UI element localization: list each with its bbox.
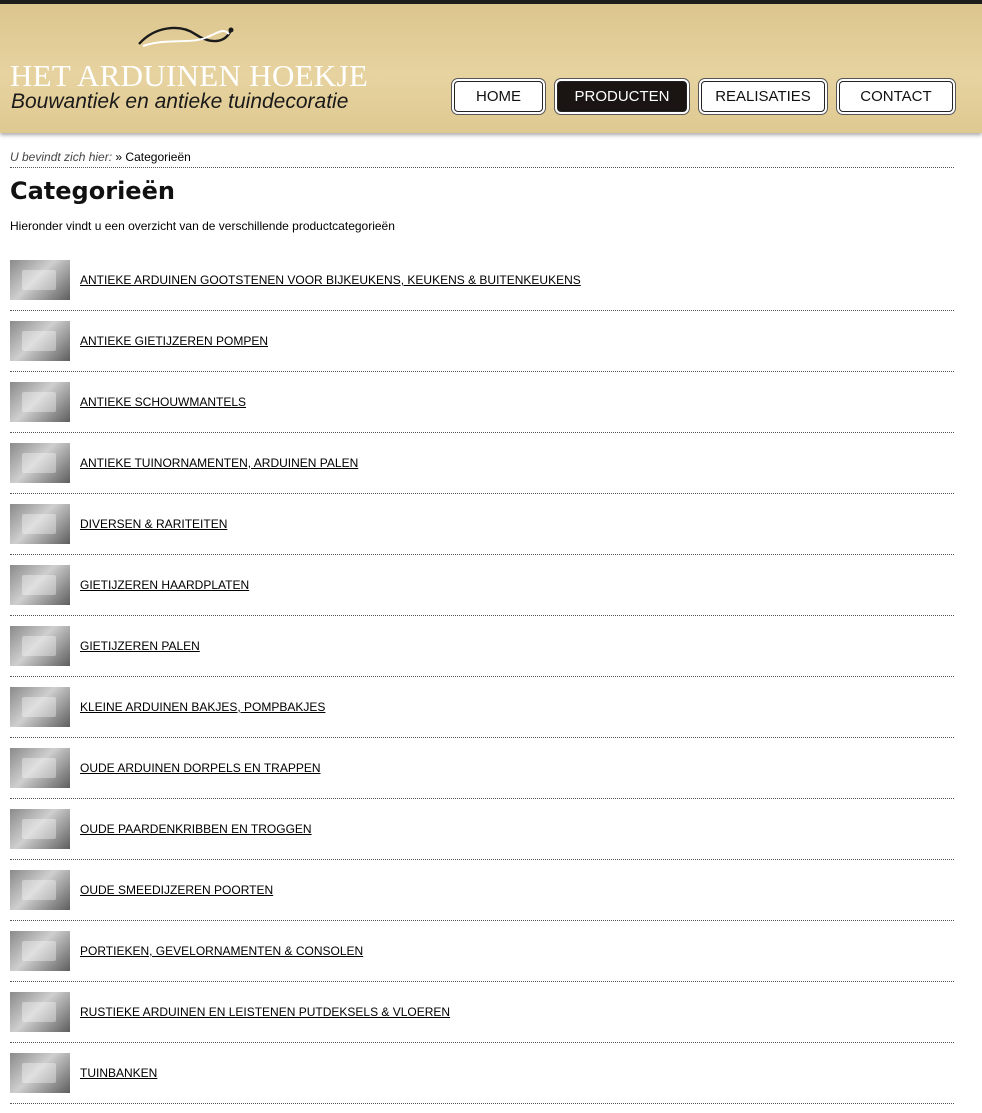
nav-contact-button[interactable]: CONTACT <box>839 81 953 112</box>
logo-title[interactable]: HET ARDUINEN HOEKJE <box>10 58 368 94</box>
category-thumbnail[interactable] <box>10 809 70 849</box>
category-item: GIETIJZEREN PALEN <box>10 616 954 677</box>
category-link[interactable]: GIETIJZEREN HAARDPLATEN <box>80 578 249 592</box>
category-thumbnail[interactable] <box>10 443 70 483</box>
category-link[interactable]: ANTIEKE TUINORNAMENTEN, ARDUINEN PALEN <box>80 456 358 470</box>
category-link[interactable]: DIVERSEN & RARITEITEN <box>80 517 227 531</box>
category-thumbnail[interactable] <box>10 748 70 788</box>
nav-home-button[interactable]: HOME <box>454 81 543 112</box>
category-thumbnail[interactable] <box>10 321 70 361</box>
category-item: RUSTIEKE ARDUINEN EN LEISTENEN PUTDEKSEL… <box>10 982 954 1043</box>
breadcrumb-current: Categorieën <box>125 150 191 164</box>
category-thumbnail[interactable] <box>10 992 70 1032</box>
breadcrumb-separator: » <box>115 150 123 164</box>
category-link[interactable]: OUDE PAARDENKRIBBEN EN TROGGEN <box>80 822 312 836</box>
breadcrumb-prefix: U bevindt zich hier: <box>10 150 113 164</box>
category-link[interactable]: PORTIEKEN, GEVELORNAMENTEN & CONSOLEN <box>80 944 363 958</box>
page-intro: Hieronder vindt u een overzicht van de v… <box>10 219 395 233</box>
page-title: Categorieën <box>10 177 175 205</box>
category-item: ANTIEKE SCHOUWMANTELS <box>10 372 954 433</box>
category-thumbnail[interactable] <box>10 870 70 910</box>
breadcrumb: U bevindt zich hier: » Categorieën <box>10 150 954 168</box>
category-link[interactable]: KLEINE ARDUINEN BAKJES, POMPBAKJES <box>80 700 325 714</box>
category-item: OUDE ARDUINEN DORPELS EN TRAPPEN <box>10 738 954 799</box>
category-link[interactable]: ANTIEKE ARDUINEN GOOTSTENEN VOOR BIJKEUK… <box>80 273 581 287</box>
category-item: PORTIEKEN, GEVELORNAMENTEN & CONSOLEN <box>10 921 954 982</box>
category-thumbnail[interactable] <box>10 687 70 727</box>
category-thumbnail[interactable] <box>10 626 70 666</box>
category-item: ANTIEKE TUINORNAMENTEN, ARDUINEN PALEN <box>10 433 954 494</box>
category-link[interactable]: TUINBANKEN <box>80 1066 157 1080</box>
logo-tagline: Bouwantiek en antieke tuindecoratie <box>11 90 349 113</box>
category-link[interactable]: ANTIEKE GIETIJZEREN POMPEN <box>80 334 268 348</box>
logo-flourish-icon <box>138 26 234 47</box>
category-link[interactable]: OUDE ARDUINEN DORPELS EN TRAPPEN <box>80 761 321 775</box>
category-item: TUINBANKEN <box>10 1043 954 1104</box>
category-item: OUDE SMEEDIJZEREN POORTEN <box>10 860 954 921</box>
category-thumbnail[interactable] <box>10 260 70 300</box>
category-link[interactable]: RUSTIEKE ARDUINEN EN LEISTENEN PUTDEKSEL… <box>80 1005 450 1019</box>
category-thumbnail[interactable] <box>10 504 70 544</box>
site-header: HET ARDUINEN HOEKJE Bouwantiek en antiek… <box>0 0 982 133</box>
category-item: ANTIEKE GIETIJZEREN POMPEN <box>10 311 954 372</box>
category-list: ANTIEKE ARDUINEN GOOTSTENEN VOOR BIJKEUK… <box>10 250 954 1104</box>
category-item: ANTIEKE ARDUINEN GOOTSTENEN VOOR BIJKEUK… <box>10 250 954 311</box>
nav-producten-button[interactable]: PRODUCTEN <box>557 81 687 112</box>
category-thumbnail[interactable] <box>10 565 70 605</box>
category-thumbnail[interactable] <box>10 931 70 971</box>
category-item: GIETIJZEREN HAARDPLATEN <box>10 555 954 616</box>
category-item: OUDE PAARDENKRIBBEN EN TROGGEN <box>10 799 954 860</box>
category-thumbnail[interactable] <box>10 1053 70 1093</box>
category-item: DIVERSEN & RARITEITEN <box>10 494 954 555</box>
category-link[interactable]: GIETIJZEREN PALEN <box>80 639 200 653</box>
category-thumbnail[interactable] <box>10 382 70 422</box>
category-link[interactable]: OUDE SMEEDIJZEREN POORTEN <box>80 883 273 897</box>
category-item: KLEINE ARDUINEN BAKJES, POMPBAKJES <box>10 677 954 738</box>
nav-realisaties-button[interactable]: REALISATIES <box>701 81 825 112</box>
category-link[interactable]: ANTIEKE SCHOUWMANTELS <box>80 395 246 409</box>
